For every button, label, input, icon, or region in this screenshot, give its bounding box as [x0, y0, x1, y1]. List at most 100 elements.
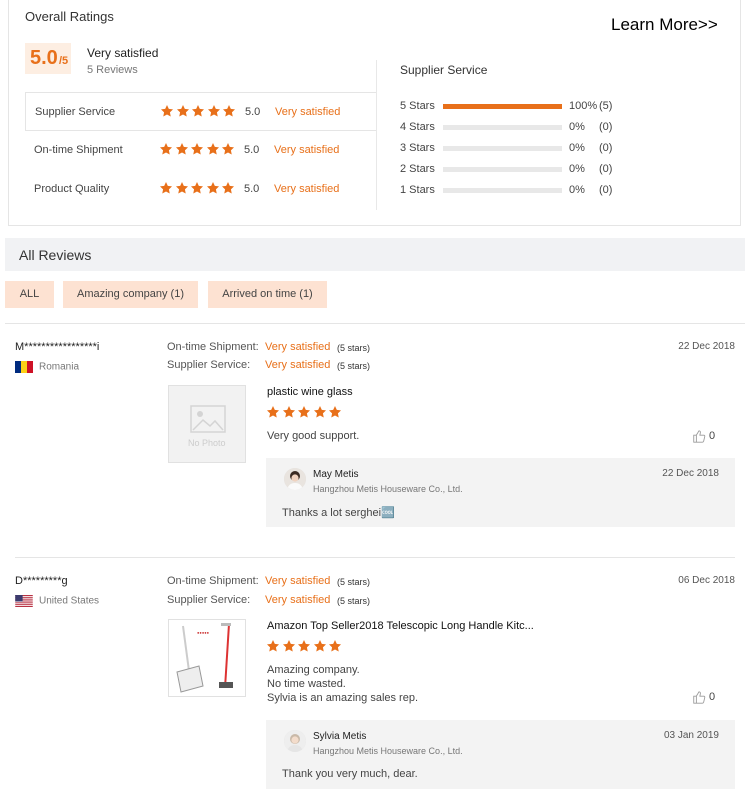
- product-name-link[interactable]: plastic wine glass: [267, 386, 353, 398]
- reviewer-country: United States: [15, 595, 99, 607]
- all-reviews-header: All Reviews: [5, 238, 745, 271]
- reply-author: May Metis: [313, 469, 359, 480]
- star-icon: [328, 639, 343, 653]
- star-bar-count: (5): [599, 100, 613, 112]
- reply-company: Hangzhou Metis Houseware Co., Ltd.: [313, 484, 463, 494]
- category-score: 5.0: [244, 144, 260, 156]
- overall-score-max: /5: [59, 55, 69, 67]
- overall-satisfaction: Very satisfied: [87, 46, 159, 60]
- review-date: 22 Dec 2018: [678, 341, 735, 352]
- shipment-value: Very satisfied: [265, 341, 331, 353]
- star-bar-label: 2 Stars: [400, 163, 435, 175]
- category-row-product-quality[interactable]: Product Quality 5.0 Very satisfied: [25, 170, 376, 209]
- overall-ratings-panel: Overall Ratings Learn More>> 5.0 /5 Very…: [8, 0, 741, 226]
- service-value: Very satisfied: [265, 594, 331, 606]
- no-photo-icon: [190, 405, 226, 433]
- overall-ratings-title: Overall Ratings: [25, 9, 114, 24]
- product-image[interactable]: ●●●●●: [168, 619, 246, 697]
- star-icon: [190, 142, 205, 156]
- review-text-line: Very good support.: [267, 430, 360, 442]
- reply-text: Thanks a lot serghei🆒: [282, 507, 395, 519]
- shipment-label: On-time Shipment:: [167, 575, 259, 587]
- star-icon: [282, 639, 297, 653]
- vertical-divider: [376, 60, 377, 210]
- star-icon: [328, 405, 343, 419]
- shipment-stars: (5 stars): [337, 343, 371, 353]
- star-bar-percent: 0%: [569, 142, 585, 154]
- star-icon: [175, 142, 190, 156]
- category-stars: [159, 142, 237, 156]
- star-icon: [191, 104, 206, 118]
- category-satisfaction: Very satisfied: [275, 106, 341, 118]
- country-name: United States: [39, 595, 100, 607]
- star-icon: [207, 104, 222, 118]
- like-count: 0: [709, 429, 716, 442]
- filter-all-button[interactable]: ALL: [5, 281, 54, 308]
- learn-more-link[interactable]: Learn More>>: [611, 15, 718, 35]
- category-score: 5.0: [244, 183, 260, 195]
- star-icon: [206, 142, 221, 156]
- category-stars: [159, 181, 237, 195]
- star-icon: [176, 104, 191, 118]
- category-label: Product Quality: [34, 183, 110, 195]
- like-button[interactable]: 0: [692, 690, 715, 704]
- review-text-line: No time wasted.: [267, 678, 346, 690]
- star-bar-count: (0): [599, 142, 613, 154]
- review-text-line: Amazing company.: [267, 664, 360, 676]
- category-label: On-time Shipment: [34, 144, 123, 156]
- star-icon: [297, 639, 312, 653]
- review-stars: [266, 639, 344, 653]
- star-icon: [190, 181, 205, 195]
- star-bar-track: [443, 146, 562, 151]
- star-bar-label: 4 Stars: [400, 121, 435, 133]
- country-name: Romania: [39, 361, 80, 373]
- thumbs-up-icon: [693, 691, 706, 704]
- service-label: Supplier Service:: [167, 594, 251, 606]
- category-score: 5.0: [245, 106, 261, 118]
- service-label: Supplier Service:: [167, 359, 251, 371]
- review-text: Amazing company. No time wasted. Sylvia …: [267, 663, 418, 705]
- service-stars: (5 stars): [337, 596, 371, 606]
- reply-text: Thank you very much, dear.: [282, 768, 418, 780]
- star-icon: [159, 142, 174, 156]
- filter-amazing-company-button[interactable]: Amazing company (1): [63, 281, 198, 308]
- star-icon: [266, 405, 281, 419]
- star-bar-count: (0): [599, 184, 613, 196]
- star-icon: [160, 104, 175, 118]
- star-bar-label: 3 Stars: [400, 142, 435, 154]
- category-row-on-time-shipment[interactable]: On-time Shipment 5.0 Very satisfied: [25, 131, 376, 170]
- star-icon: [313, 405, 328, 419]
- star-bar-track: [443, 125, 562, 130]
- shipment-label: On-time Shipment:: [167, 341, 259, 353]
- star-bar-count: (0): [599, 121, 613, 133]
- reply-date: 03 Jan 2019: [663, 730, 719, 741]
- star-bar-fill: [443, 104, 562, 109]
- star-icon: [313, 639, 328, 653]
- avatar: [284, 730, 306, 752]
- star-bar-label: 5 Stars: [400, 100, 435, 112]
- no-photo-text: No Photo: [188, 438, 226, 448]
- category-row-supplier-service[interactable]: Supplier Service 5.0 Very satisfied: [25, 92, 376, 131]
- product-name-link[interactable]: Amazon Top Seller2018 Telescopic Long Ha…: [267, 620, 534, 632]
- supplier-reply: May Metis Hangzhou Metis Houseware Co., …: [266, 458, 735, 527]
- product-image-placeholder[interactable]: No Photo: [168, 385, 246, 463]
- like-button[interactable]: 0: [692, 429, 715, 443]
- supplier-reply: Sylvia Metis Hangzhou Metis Houseware Co…: [266, 720, 735, 789]
- category-label: Supplier Service: [35, 106, 116, 118]
- star-icon: [266, 639, 281, 653]
- supplier-service-title: Supplier Service: [400, 63, 488, 77]
- star-bar-percent: 0%: [569, 163, 585, 175]
- star-icon: [297, 405, 312, 419]
- star-bar-percent: 0%: [569, 184, 585, 196]
- star-bar-5: 5 Stars 100% (5): [400, 100, 630, 114]
- svg-text:●●●●●: ●●●●●: [197, 630, 210, 635]
- reviewer-name: M*****************i: [15, 341, 100, 353]
- shipment-value: Very satisfied: [265, 575, 331, 587]
- category-satisfaction: Very satisfied: [274, 183, 340, 195]
- star-bar-percent: 0%: [569, 121, 585, 133]
- star-bar-track: [443, 167, 562, 172]
- star-bar-1: 1 Stars 0% (0): [400, 184, 630, 198]
- reply-author: Sylvia Metis: [313, 731, 367, 742]
- romania-flag-icon: [15, 361, 33, 373]
- filter-arrived-on-time-button[interactable]: Arrived on time (1): [208, 281, 327, 308]
